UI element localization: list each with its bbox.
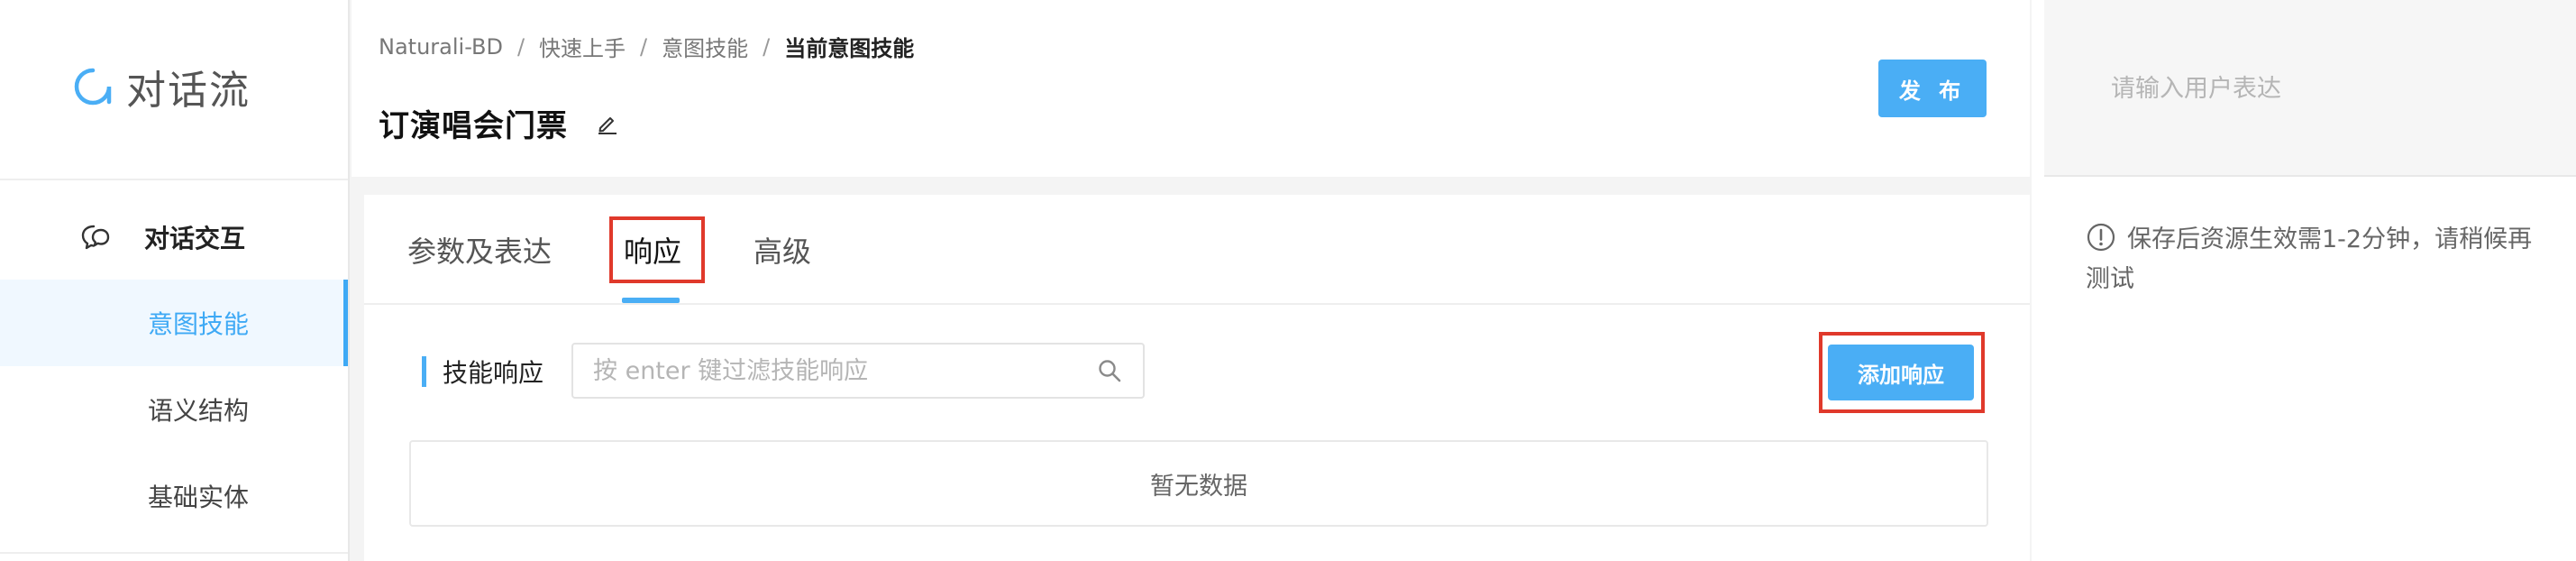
breadcrumb-item-quick-start[interactable]: 快速上手 — [539, 31, 626, 62]
utterance-area — [2044, 0, 2576, 177]
page-title-row: 订演唱会门票 — [379, 101, 620, 145]
breadcrumb-separator: / — [763, 33, 771, 60]
sidebar-item-label: 意图技能 — [148, 309, 250, 339]
nav-group-dialog[interactable]: 对话交互 — [79, 216, 245, 258]
search-icon[interactable] — [1096, 357, 1123, 384]
empty-state: 暂无数据 — [409, 440, 1988, 527]
tab-responses[interactable]: 响应 — [624, 229, 681, 271]
page-header: Naturali-BD / 快速上手 / 意图技能 / 当前意图技能 订演唱会门… — [352, 0, 2030, 177]
logo-text: 对话流 — [126, 68, 251, 114]
section-title: 技能响应 — [443, 358, 544, 388]
breadcrumb-item-intent-skills[interactable]: 意图技能 — [662, 31, 748, 62]
sidebar-item-basic-entities[interactable]: 基础实体 — [0, 453, 348, 539]
nav-group-label: 对话交互 — [144, 224, 246, 253]
sidebar: 对话流 对话交互 意图技能 语义结构 基础实体 — [0, 0, 350, 561]
logo-icon — [72, 66, 114, 107]
sidebar-item-intent-skills[interactable]: 意图技能 — [0, 280, 348, 366]
sidebar-divider — [0, 179, 348, 180]
tab-bar: 参数及表达 响应 高级 — [364, 195, 2030, 305]
chat-bubble-icon — [79, 221, 112, 253]
publish-button[interactable]: 发 布 — [1878, 60, 1987, 117]
response-filter — [571, 343, 1145, 399]
breadcrumb: Naturali-BD / 快速上手 / 意图技能 / 当前意图技能 — [379, 31, 914, 62]
notice: 保存后资源生效需1-2分钟，请稍候再测试 — [2086, 220, 2554, 299]
info-icon — [2086, 222, 2116, 253]
sidebar-item-label: 语义结构 — [148, 396, 250, 426]
edit-icon[interactable] — [595, 111, 620, 136]
empty-state-text: 暂无数据 — [1150, 472, 1247, 501]
sidebar-item-label: 基础实体 — [148, 483, 250, 512]
add-response-button[interactable]: 添加响应 — [1828, 345, 1974, 400]
section-label: 技能响应 — [422, 354, 544, 390]
breadcrumb-item-project[interactable]: Naturali-BD — [379, 34, 503, 60]
logo: 对话流 — [72, 61, 251, 114]
tab-advanced[interactable]: 高级 — [754, 229, 811, 271]
test-panel: 保存后资源生效需1-2分钟，请稍候再测试 — [2044, 0, 2576, 561]
response-filter-input[interactable] — [573, 345, 1096, 397]
active-tab-indicator — [622, 298, 680, 303]
sidebar-divider — [0, 552, 348, 554]
tab-params-expressions[interactable]: 参数及表达 — [407, 229, 552, 271]
content-panel: 参数及表达 响应 高级 技能响应 添加响应 暂无数据 — [364, 195, 2030, 561]
app-root: 对话流 对话交互 意图技能 语义结构 基础实体 Naturali-BD / 快速… — [0, 0, 2576, 561]
page-title: 订演唱会门票 — [379, 108, 568, 144]
breadcrumb-separator: / — [516, 33, 525, 60]
notice-text: 保存后资源生效需1-2分钟，请稍候再测试 — [2086, 225, 2533, 293]
user-utterance-input[interactable] — [2109, 65, 2542, 112]
sidebar-item-semantic-structure[interactable]: 语义结构 — [0, 366, 348, 453]
section-accent-bar — [422, 356, 426, 387]
breadcrumb-item-current: 当前意图技能 — [784, 36, 915, 61]
breadcrumb-separator: / — [640, 33, 648, 60]
